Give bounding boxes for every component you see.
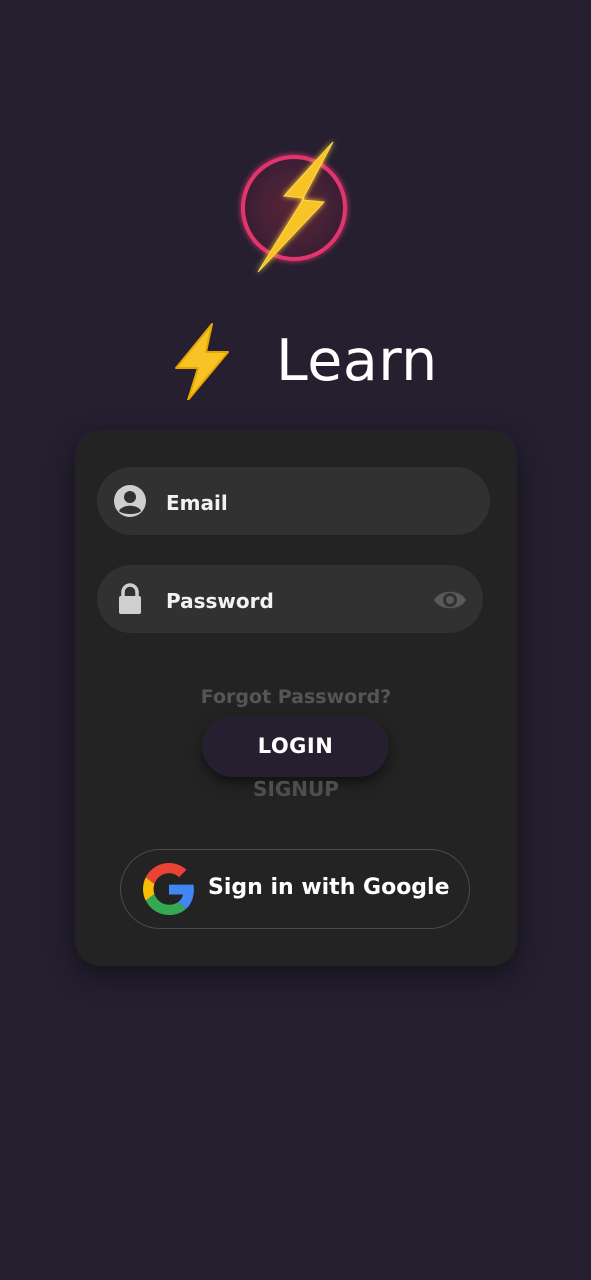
- forgot-password-link[interactable]: Forgot Password?: [75, 686, 517, 708]
- signup-link[interactable]: SIGNUP: [75, 777, 517, 801]
- google-icon: [143, 863, 194, 915]
- eye-icon[interactable]: [433, 585, 467, 615]
- password-placeholder: Password: [166, 589, 274, 613]
- google-signin-label: Sign in with Google: [208, 875, 450, 900]
- lock-icon: [119, 583, 141, 614]
- login-button[interactable]: LOGIN: [202, 715, 389, 777]
- login-card: Email Password Forgot Password? LOGIN SI…: [75, 430, 517, 966]
- user-icon: [114, 485, 146, 517]
- app-title: Learn: [276, 328, 438, 394]
- password-field[interactable]: Password: [97, 565, 483, 633]
- google-signin-button[interactable]: Sign in with Google: [120, 849, 470, 929]
- email-field[interactable]: Email: [97, 467, 490, 535]
- app-title-row: Learn: [0, 318, 591, 402]
- email-placeholder: Email: [166, 491, 228, 515]
- app-logo: [241, 141, 347, 273]
- lightning-icon: [175, 323, 229, 400]
